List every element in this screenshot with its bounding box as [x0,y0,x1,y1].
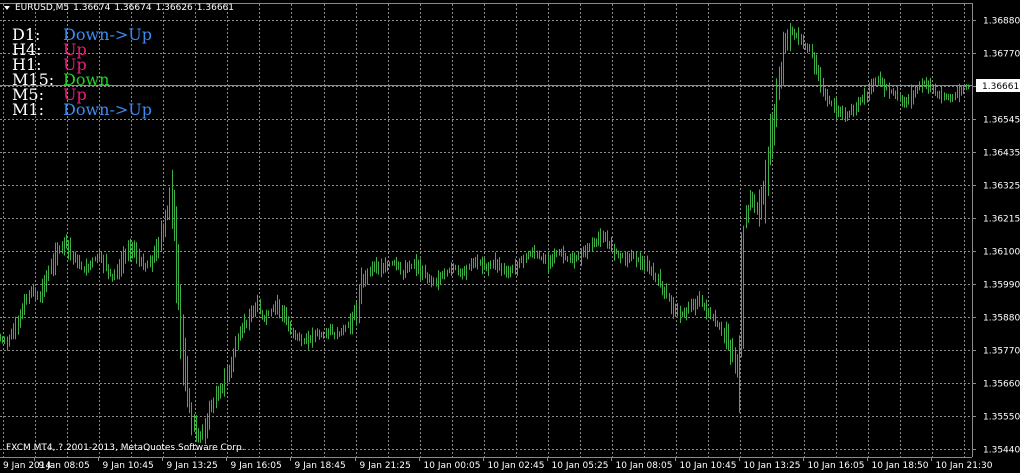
price-tick-label: 1.36435 [983,149,1020,159]
price-tick-label: 1.35770 [983,347,1020,357]
time-tick-label: 10 Jan 13:25 [744,461,801,471]
price-chart[interactable]: 1.36880 1.36770 1.36661 1.36545 1.36435 1.363… [0,0,1020,473]
time-tick-label: 9 Jan 13:25 [167,461,218,471]
trend-row-m1: M1: Down->Up [12,100,152,119]
price-tick-label: 1.36325 [983,182,1020,192]
price-tick-label: 1.36545 [983,116,1020,126]
time-tick-label: 9 Jan 16:05 [231,461,282,471]
price-tick-label: 1.36215 [983,215,1020,225]
time-tick-label: 10 Jan 18:50 [872,461,929,471]
time-tick-label: 10 Jan 02:45 [488,461,545,471]
symbol-name: EURUSD,M5 [15,3,70,13]
time-tick-label: 9 Jan 18:45 [295,461,346,471]
price-axis: 1.36880 1.36770 1.36661 1.36545 1.36435 1.363… [972,17,1020,456]
price-tick-label: 1.35550 [983,413,1020,423]
price-tick-label: 1.36100 [983,248,1020,258]
time-tick-label: 9 Jan 10:45 [103,461,154,471]
price-tick-label: 1.35880 [983,314,1020,324]
price-tick-label: 1.35440 [983,446,1020,456]
time-tick-label: 10 Jan 10:45 [680,461,737,471]
time-tick-label: 10 Jan 00:05 [424,461,481,471]
time-tick-label: 10 Jan 16:05 [808,461,865,471]
price-tick-label: 1.36770 [983,50,1020,60]
price-tick-label: 1.36880 [983,17,1020,27]
trend-value: Down->Up [63,100,152,119]
current-price-label: 1.36661 [982,82,1019,92]
time-tick-label: 9 Jan 08:05 [39,461,90,471]
price-tick-label: 1.35990 [983,281,1020,291]
time-tick-label: 10 Jan 05:25 [552,461,609,471]
timeframe-label: M1: [12,100,44,119]
time-tick-label: 10 Jan 08:05 [616,461,673,471]
chart-title: EURUSD,M5 1.36674 1.36674 1.36626 1.36661 [4,3,238,13]
time-axis: 9 Jan 20149 Jan 08:05 9 Jan 10:45 9 Jan 13… [3,457,993,471]
time-tick-label: 9 Jan 21:25 [360,461,411,471]
ohlc-open: 1.36674 [73,3,111,13]
time-tick-label: 10 Jan 21:30 [936,461,993,471]
chevron-down-icon[interactable] [4,5,10,10]
ohlc-low: 1.36626 [155,3,193,13]
copyright-text: FXCM MT4, ? 2001-2013, MetaQuotes Softwa… [6,443,245,453]
price-tick-label: 1.35660 [983,380,1020,390]
ohlc-high: 1.36674 [114,3,152,13]
ohlc-close: 1.36661 [196,3,234,13]
trend-indicator-panel: D1: Down->Up H4: Up H1: Up M15: Down M5:… [12,27,152,119]
